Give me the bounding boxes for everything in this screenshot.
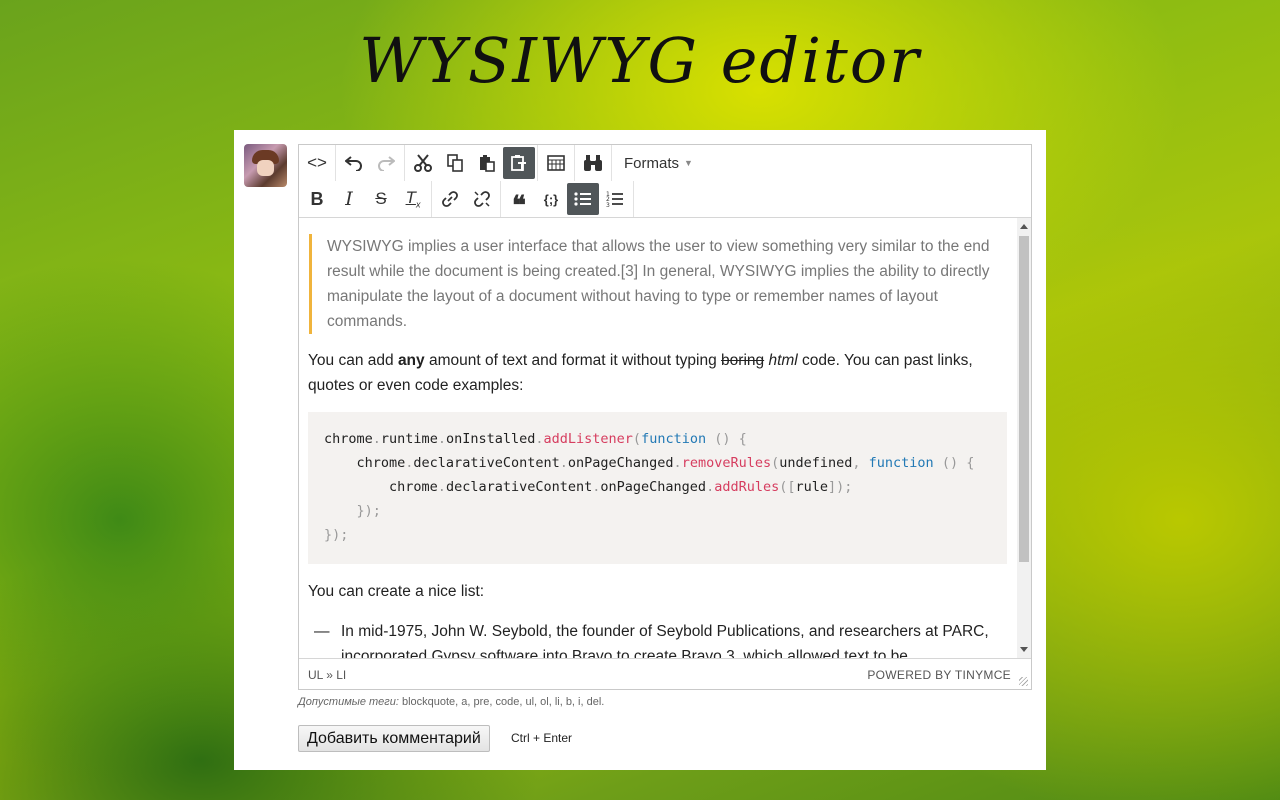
- paste-as-text-button[interactable]: [503, 147, 535, 179]
- bullet-list-icon: [574, 192, 591, 206]
- editor-toolbar: <> Formats ▼ B I S Tx ❝ {;} 1 2 3: [299, 145, 1031, 218]
- para-text: You can add: [308, 352, 398, 369]
- unlink-icon: [474, 191, 490, 207]
- powered-by-link[interactable]: POWERED BY TINYMCE: [867, 668, 1011, 682]
- strikethrough-button[interactable]: S: [365, 183, 397, 215]
- code-line-5: });: [324, 527, 349, 543]
- paste-icon: [480, 155, 495, 172]
- toolbar-row-1: <> Formats ▼: [299, 145, 705, 181]
- formats-dropdown[interactable]: Formats ▼: [614, 145, 703, 181]
- link-icon: [442, 191, 458, 207]
- numbered-list-icon: 123: [606, 191, 623, 208]
- blockquote: WYSIWYG implies a user interface that al…: [309, 234, 1007, 334]
- editor-content[interactable]: WYSIWYG implies a user interface that al…: [299, 218, 1017, 658]
- copy-icon: [447, 154, 463, 172]
- strikethrough-text: boring: [721, 352, 765, 369]
- comment-card: <> Formats ▼ B I S Tx ❝ {;} 1 2 3 WYSIWY…: [234, 130, 1046, 770]
- bold-text: any: [397, 352, 425, 369]
- scrollbar-thumb[interactable]: [1019, 236, 1029, 562]
- formats-label: Formats: [624, 154, 680, 172]
- cut-icon: [414, 154, 432, 172]
- code-sample-button[interactable]: {;}: [535, 183, 567, 215]
- scroll-up-icon[interactable]: [1020, 224, 1028, 229]
- hero-title: WYSIWYG editor: [359, 24, 921, 97]
- paste-text-icon: [511, 155, 526, 171]
- paragraph-intro: You can add any amount of text and forma…: [308, 348, 1008, 398]
- code-block: chrome.runtime.onInstalled.addListener(f…: [308, 412, 1007, 564]
- scroll-down-icon[interactable]: [1020, 647, 1028, 652]
- code-icon: <>: [307, 153, 327, 172]
- resize-grip-icon[interactable]: [1019, 677, 1028, 686]
- clear-format-icon: Tx: [405, 188, 421, 210]
- code-line-2: chrome.declarativeContent.onPageChanged.…: [324, 455, 975, 471]
- numbered-list-button[interactable]: 123: [599, 183, 631, 215]
- list-item: In mid-1975, John W. Seybold, the founde…: [341, 623, 989, 658]
- paste-button[interactable]: [471, 147, 503, 179]
- avatar: [244, 144, 287, 187]
- unlink-button[interactable]: [466, 183, 498, 215]
- allowed-tags-hint: Допустимые теги: blockquote, a, pre, cod…: [298, 696, 604, 708]
- bold-button[interactable]: B: [301, 183, 333, 215]
- element-path[interactable]: UL » LI: [308, 668, 346, 682]
- chevron-down-icon: ▼: [684, 158, 693, 168]
- code-line-3: chrome.declarativeContent.onPageChanged.…: [324, 479, 853, 495]
- redo-icon: [378, 156, 395, 171]
- table-icon: [547, 155, 565, 171]
- paragraph-list-intro: You can create a nice list:: [308, 583, 485, 600]
- svg-text:3: 3: [606, 202, 610, 208]
- code-sample-icon: {;}: [543, 191, 559, 207]
- undo-icon: [345, 156, 362, 171]
- code-line-1: chrome.runtime.onInstalled.addListener(f…: [324, 431, 747, 447]
- list-dash: —: [314, 623, 330, 640]
- strikethrough-icon: S: [375, 189, 387, 208]
- bullet-list-button[interactable]: [567, 183, 599, 215]
- link-button[interactable]: [434, 183, 466, 215]
- cut-button[interactable]: [407, 147, 439, 179]
- add-comment-button[interactable]: Добавить комментарий: [298, 725, 490, 752]
- table-button[interactable]: [540, 147, 572, 179]
- allowed-tags-label: Допустимые теги:: [298, 696, 399, 708]
- italic-icon: I: [345, 188, 353, 210]
- bold-icon: B: [310, 188, 324, 209]
- clear-formatting-button[interactable]: Tx: [397, 183, 429, 215]
- source-code-button[interactable]: <>: [301, 147, 333, 179]
- toolbar-row-2: B I S Tx ❝ {;} 1 2 3: [299, 181, 634, 220]
- shortcut-hint: Ctrl + Enter: [511, 731, 573, 745]
- binoculars-icon: [584, 155, 602, 171]
- italic-text: html: [768, 352, 798, 369]
- italic-button[interactable]: I: [333, 183, 365, 215]
- editor-scrollbar[interactable]: [1017, 218, 1031, 658]
- blockquote-button[interactable]: ❝: [503, 183, 535, 220]
- wysiwyg-editor: <> Formats ▼ B I S Tx ❝ {;} 1 2 3 WYSIWY…: [298, 144, 1032, 690]
- allowed-tags-list: blockquote, a, pre, code, ul, ol, li, b,…: [398, 696, 605, 708]
- editor-statusbar: UL » LI POWERED BY TINYMCE: [299, 658, 1031, 689]
- blockquote-icon: ❝: [512, 190, 526, 220]
- redo-button[interactable]: [370, 147, 402, 179]
- find-replace-button[interactable]: [577, 147, 609, 179]
- para-text: amount of text and format it without typ…: [424, 352, 722, 369]
- copy-button[interactable]: [439, 147, 471, 179]
- code-line-4: });: [324, 503, 381, 519]
- bullet-list: — In mid-1975, John W. Seybold, the foun…: [314, 619, 1004, 658]
- undo-button[interactable]: [338, 147, 370, 179]
